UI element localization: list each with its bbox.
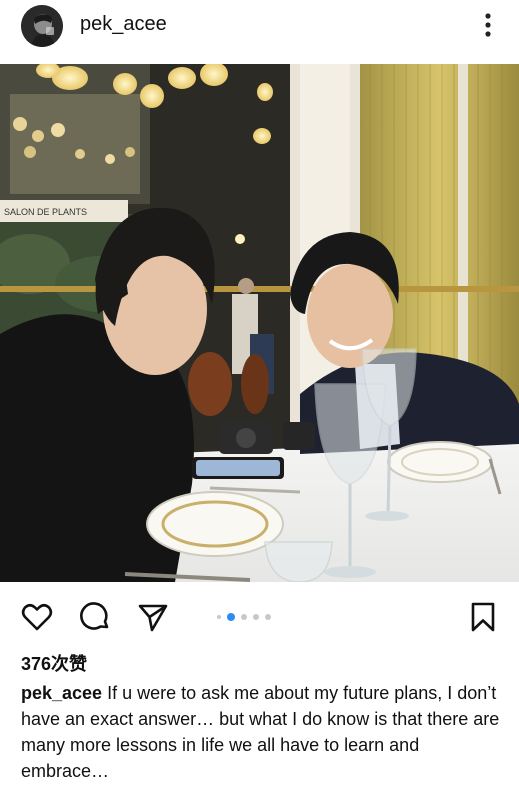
username[interactable]: pek_acee <box>80 13 167 36</box>
carousel-dot <box>265 614 271 620</box>
more-vertical-icon <box>485 13 491 37</box>
comment-button[interactable] <box>78 600 112 634</box>
carousel-dot-active <box>227 613 235 621</box>
like-count[interactable]: 376次赞 <box>21 650 87 676</box>
more-options-button[interactable] <box>478 10 498 40</box>
action-bar <box>0 590 519 640</box>
avatar[interactable] <box>21 5 63 47</box>
like-button[interactable] <box>20 600 54 634</box>
carousel-dot <box>253 614 259 620</box>
carousel-dot <box>217 615 221 619</box>
caption: pek_acee If u were to ask me about my fut… <box>21 680 501 784</box>
heart-icon <box>21 603 53 631</box>
sign-text: SALON DE PLANTS <box>4 207 87 217</box>
post-photo[interactable]: SALON DE PLANTS <box>0 64 519 582</box>
save-button[interactable] <box>466 600 500 634</box>
caption-username[interactable]: pek_acee <box>21 683 102 703</box>
bookmark-icon <box>471 602 495 632</box>
photo-illustration: SALON DE PLANTS <box>0 64 519 582</box>
carousel-dot <box>241 614 247 620</box>
send-icon <box>138 604 168 632</box>
post-header: pek_acee <box>0 0 519 54</box>
carousel-indicator <box>217 612 271 622</box>
share-button[interactable] <box>136 600 170 634</box>
comment-icon <box>80 602 109 630</box>
